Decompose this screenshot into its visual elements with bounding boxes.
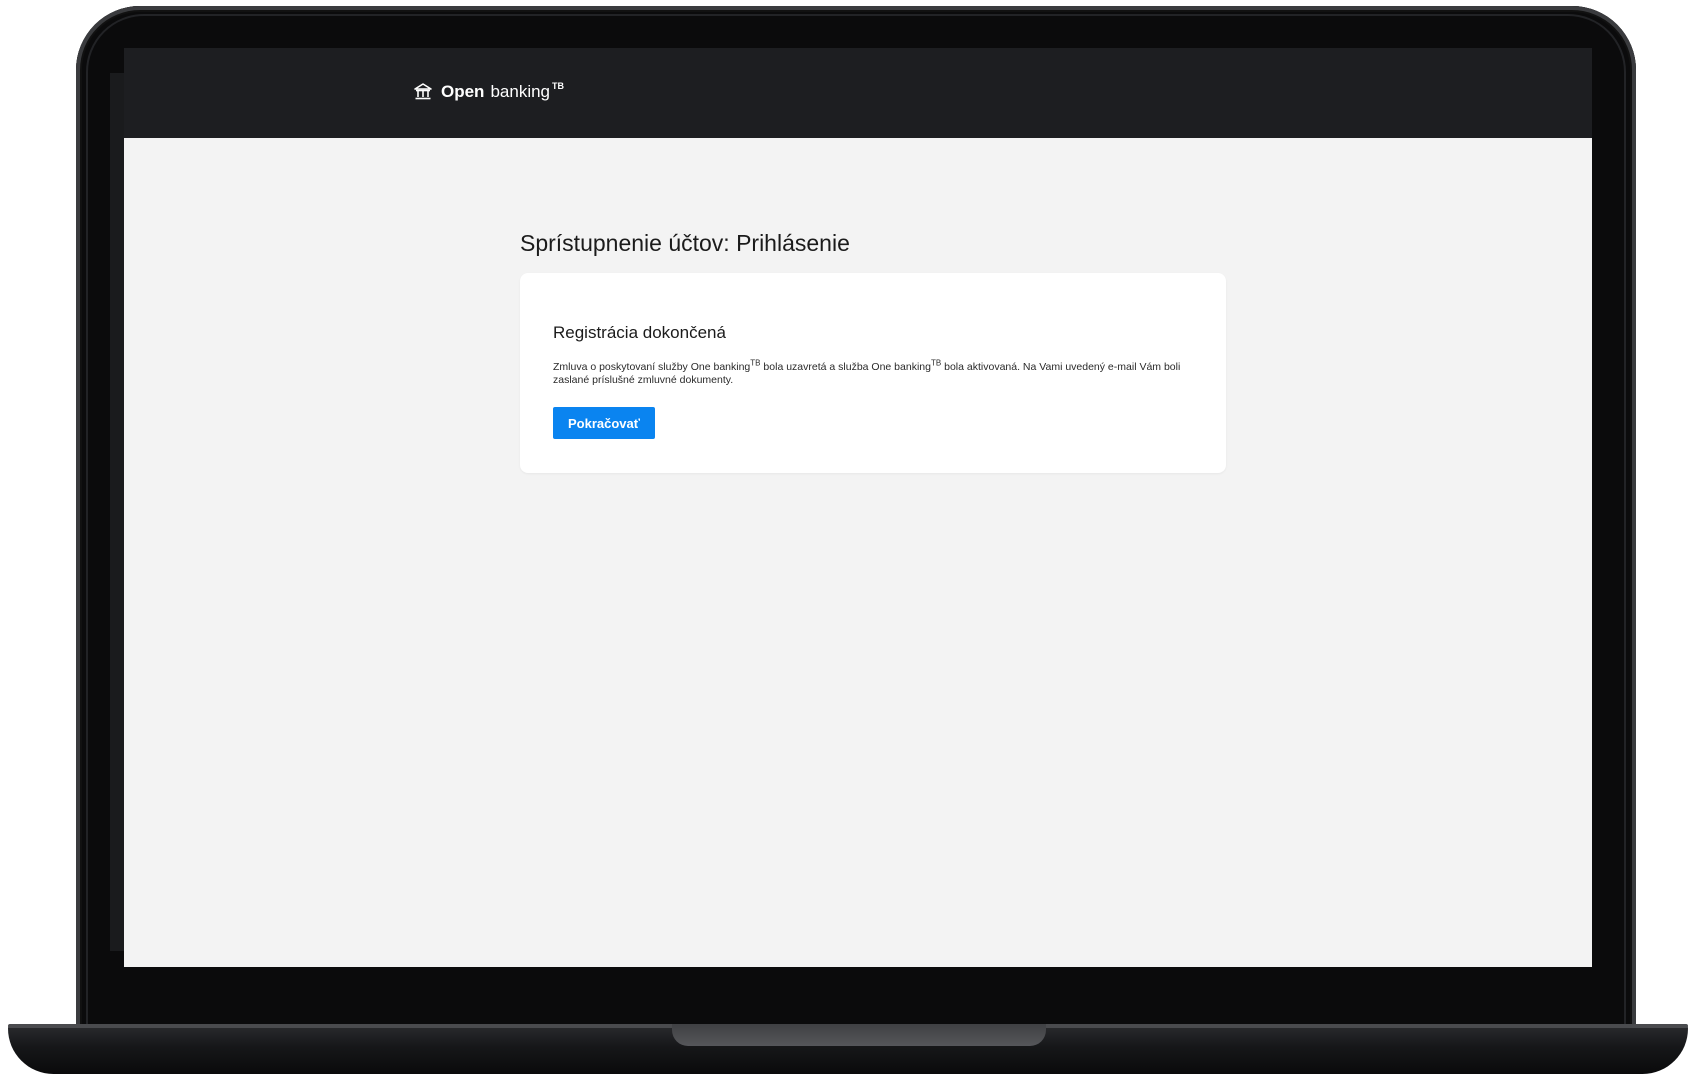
laptop-mockup: Open banking TB Sprístupnenie účtov: Pri… [0,0,1696,1074]
brand-logo[interactable]: Open banking TB [413,81,565,102]
registration-card: Registrácia dokončená Zmluva o poskytova… [520,273,1226,473]
message-superscript-2: TB [930,358,942,368]
screen-edge [110,73,124,951]
laptop-notch [672,1024,1046,1046]
bank-icon [413,82,433,102]
message-part-2: bola uzavretá a služba One banking [760,361,931,373]
app-header: Open banking TB [124,48,1592,138]
brand-name-rest: banking [490,82,551,101]
page-title: Sprístupnenie účtov: Prihlásenie [520,230,850,256]
browser-screen: Open banking TB Sprístupnenie účtov: Pri… [124,48,1592,967]
card-title: Registrácia dokončená [553,323,726,342]
message-part-1: Zmluva o poskytovaní služby One banking [553,361,751,373]
continue-button[interactable]: Pokračovať [553,407,655,439]
brand-name-strong: Open [441,82,485,101]
card-message: Zmluva o poskytovaní služby One bankingT… [553,358,1193,387]
brand-superscript: TB [552,81,565,91]
message-superscript-1: TB [750,358,761,368]
